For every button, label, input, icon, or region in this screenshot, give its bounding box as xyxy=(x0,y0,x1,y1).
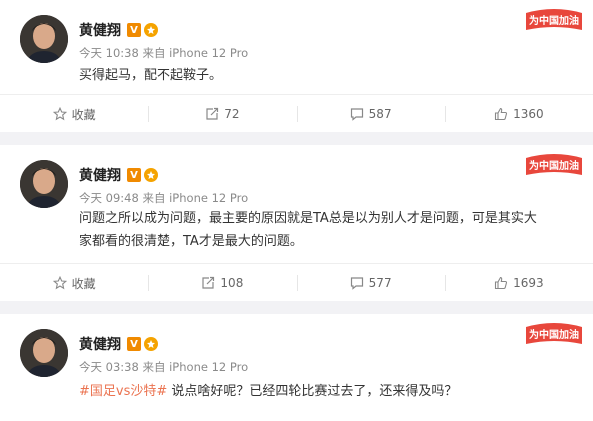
post-text: #国足vs沙特# 说点啥好呢？已经四轮比赛过去了，还来得及吗？ xyxy=(79,380,579,403)
post-text-line: 问题之所以成为问题，最主要的原因就是TA总是以为别人才是问题，可是其实大 xyxy=(79,211,537,226)
post-meta: 今天 03:38 来自 iPhone 12 Pro xyxy=(79,359,248,375)
cheer-sticker: 为中国加油 xyxy=(523,149,585,179)
thumbs-up-icon xyxy=(495,276,508,290)
thumbs-up-icon xyxy=(495,107,508,121)
post-text-line: 家都看的很清楚，TA才是最大的问题。 xyxy=(79,234,303,249)
verified-badge-icon: V xyxy=(127,168,141,182)
star-icon xyxy=(52,276,67,290)
author-avatar[interactable] xyxy=(20,329,68,377)
favorite-label: 收藏 xyxy=(71,276,96,291)
comment-button[interactable]: 577 xyxy=(296,264,445,302)
author-row: 黄健翔 V xyxy=(79,334,158,354)
sticker-text: 为中国加油 xyxy=(529,14,579,27)
comment-count: 577 xyxy=(368,276,392,290)
post-time[interactable]: 今天 09:48 xyxy=(79,191,139,205)
repost-count: 72 xyxy=(224,107,240,121)
cheer-sticker: 为中国加油 xyxy=(523,4,585,34)
favorite-button[interactable]: 收藏 xyxy=(0,95,148,133)
author-row: 黄健翔 V xyxy=(79,165,158,185)
author-avatar[interactable] xyxy=(20,15,68,63)
member-badge-icon xyxy=(144,168,158,182)
verified-badge-icon: V xyxy=(127,23,141,37)
author-avatar[interactable] xyxy=(20,160,68,208)
verified-badge-icon: V xyxy=(127,337,141,351)
post-source: iPhone 12 Pro xyxy=(169,46,249,60)
source-prefix: 来自 xyxy=(142,46,166,60)
repost-button[interactable]: 108 xyxy=(148,264,296,302)
post-text: 问题之所以成为问题，最主要的原因就是TA总是以为别人才是问题，可是其实大 家都看… xyxy=(79,207,579,253)
sticker-text: 为中国加油 xyxy=(529,159,579,172)
post-card: 黄健翔 V 今天 10:38 来自 iPhone 12 Pro 买得起马，配不起… xyxy=(0,0,593,132)
post-time[interactable]: 今天 03:38 xyxy=(79,360,139,374)
like-button[interactable]: 1360 xyxy=(444,95,593,133)
favorite-button[interactable]: 收藏 xyxy=(0,264,148,302)
comment-icon xyxy=(350,277,363,290)
post-source: iPhone 12 Pro xyxy=(169,360,249,374)
post-text: 买得起马，配不起鞍子。 xyxy=(79,64,579,87)
like-count: 1360 xyxy=(513,107,544,121)
member-badge-icon xyxy=(144,23,158,37)
comment-count: 587 xyxy=(368,107,392,121)
post-source: iPhone 12 Pro xyxy=(169,191,249,205)
comment-button[interactable]: 587 xyxy=(296,95,445,133)
repost-count: 108 xyxy=(220,276,244,290)
source-prefix: 来自 xyxy=(142,360,166,374)
cheer-sticker: 为中国加油 xyxy=(523,318,585,348)
post-meta: 今天 10:38 来自 iPhone 12 Pro xyxy=(79,45,248,61)
post-card: 黄健翔 V 今天 03:38 来自 iPhone 12 Pro #国足vs沙特#… xyxy=(0,314,593,421)
source-prefix: 来自 xyxy=(142,191,166,205)
action-bar: 收藏 72 587 1360 xyxy=(0,94,593,133)
favorite-label: 收藏 xyxy=(71,107,96,122)
post-text-body: 买得起马，配不起鞍子。 xyxy=(79,68,223,83)
author-name[interactable]: 黄健翔 xyxy=(79,20,121,40)
like-button[interactable]: 1693 xyxy=(444,264,593,302)
comment-icon xyxy=(350,108,363,121)
star-icon xyxy=(52,107,67,121)
topic-link[interactable]: #国足vs沙特# xyxy=(79,384,167,399)
post-text-body: 说点啥好呢？已经四轮比赛过去了，还来得及吗？ xyxy=(167,384,458,399)
like-count: 1693 xyxy=(513,276,544,290)
weibo-feed: 黄健翔 V 今天 10:38 来自 iPhone 12 Pro 买得起马，配不起… xyxy=(0,0,593,421)
sticker-text: 为中国加油 xyxy=(529,328,579,341)
repost-icon xyxy=(206,107,219,120)
post-card: 黄健翔 V 今天 09:48 来自 iPhone 12 Pro 问题之所以成为问… xyxy=(0,145,593,301)
repost-icon xyxy=(202,276,215,289)
member-badge-icon xyxy=(144,337,158,351)
post-meta: 今天 09:48 来自 iPhone 12 Pro xyxy=(79,190,248,206)
post-time[interactable]: 今天 10:38 xyxy=(79,46,139,60)
action-bar: 收藏 108 577 1693 xyxy=(0,263,593,302)
author-row: 黄健翔 V xyxy=(79,20,158,40)
author-name[interactable]: 黄健翔 xyxy=(79,165,121,185)
repost-button[interactable]: 72 xyxy=(148,95,296,133)
author-name[interactable]: 黄健翔 xyxy=(79,334,121,354)
